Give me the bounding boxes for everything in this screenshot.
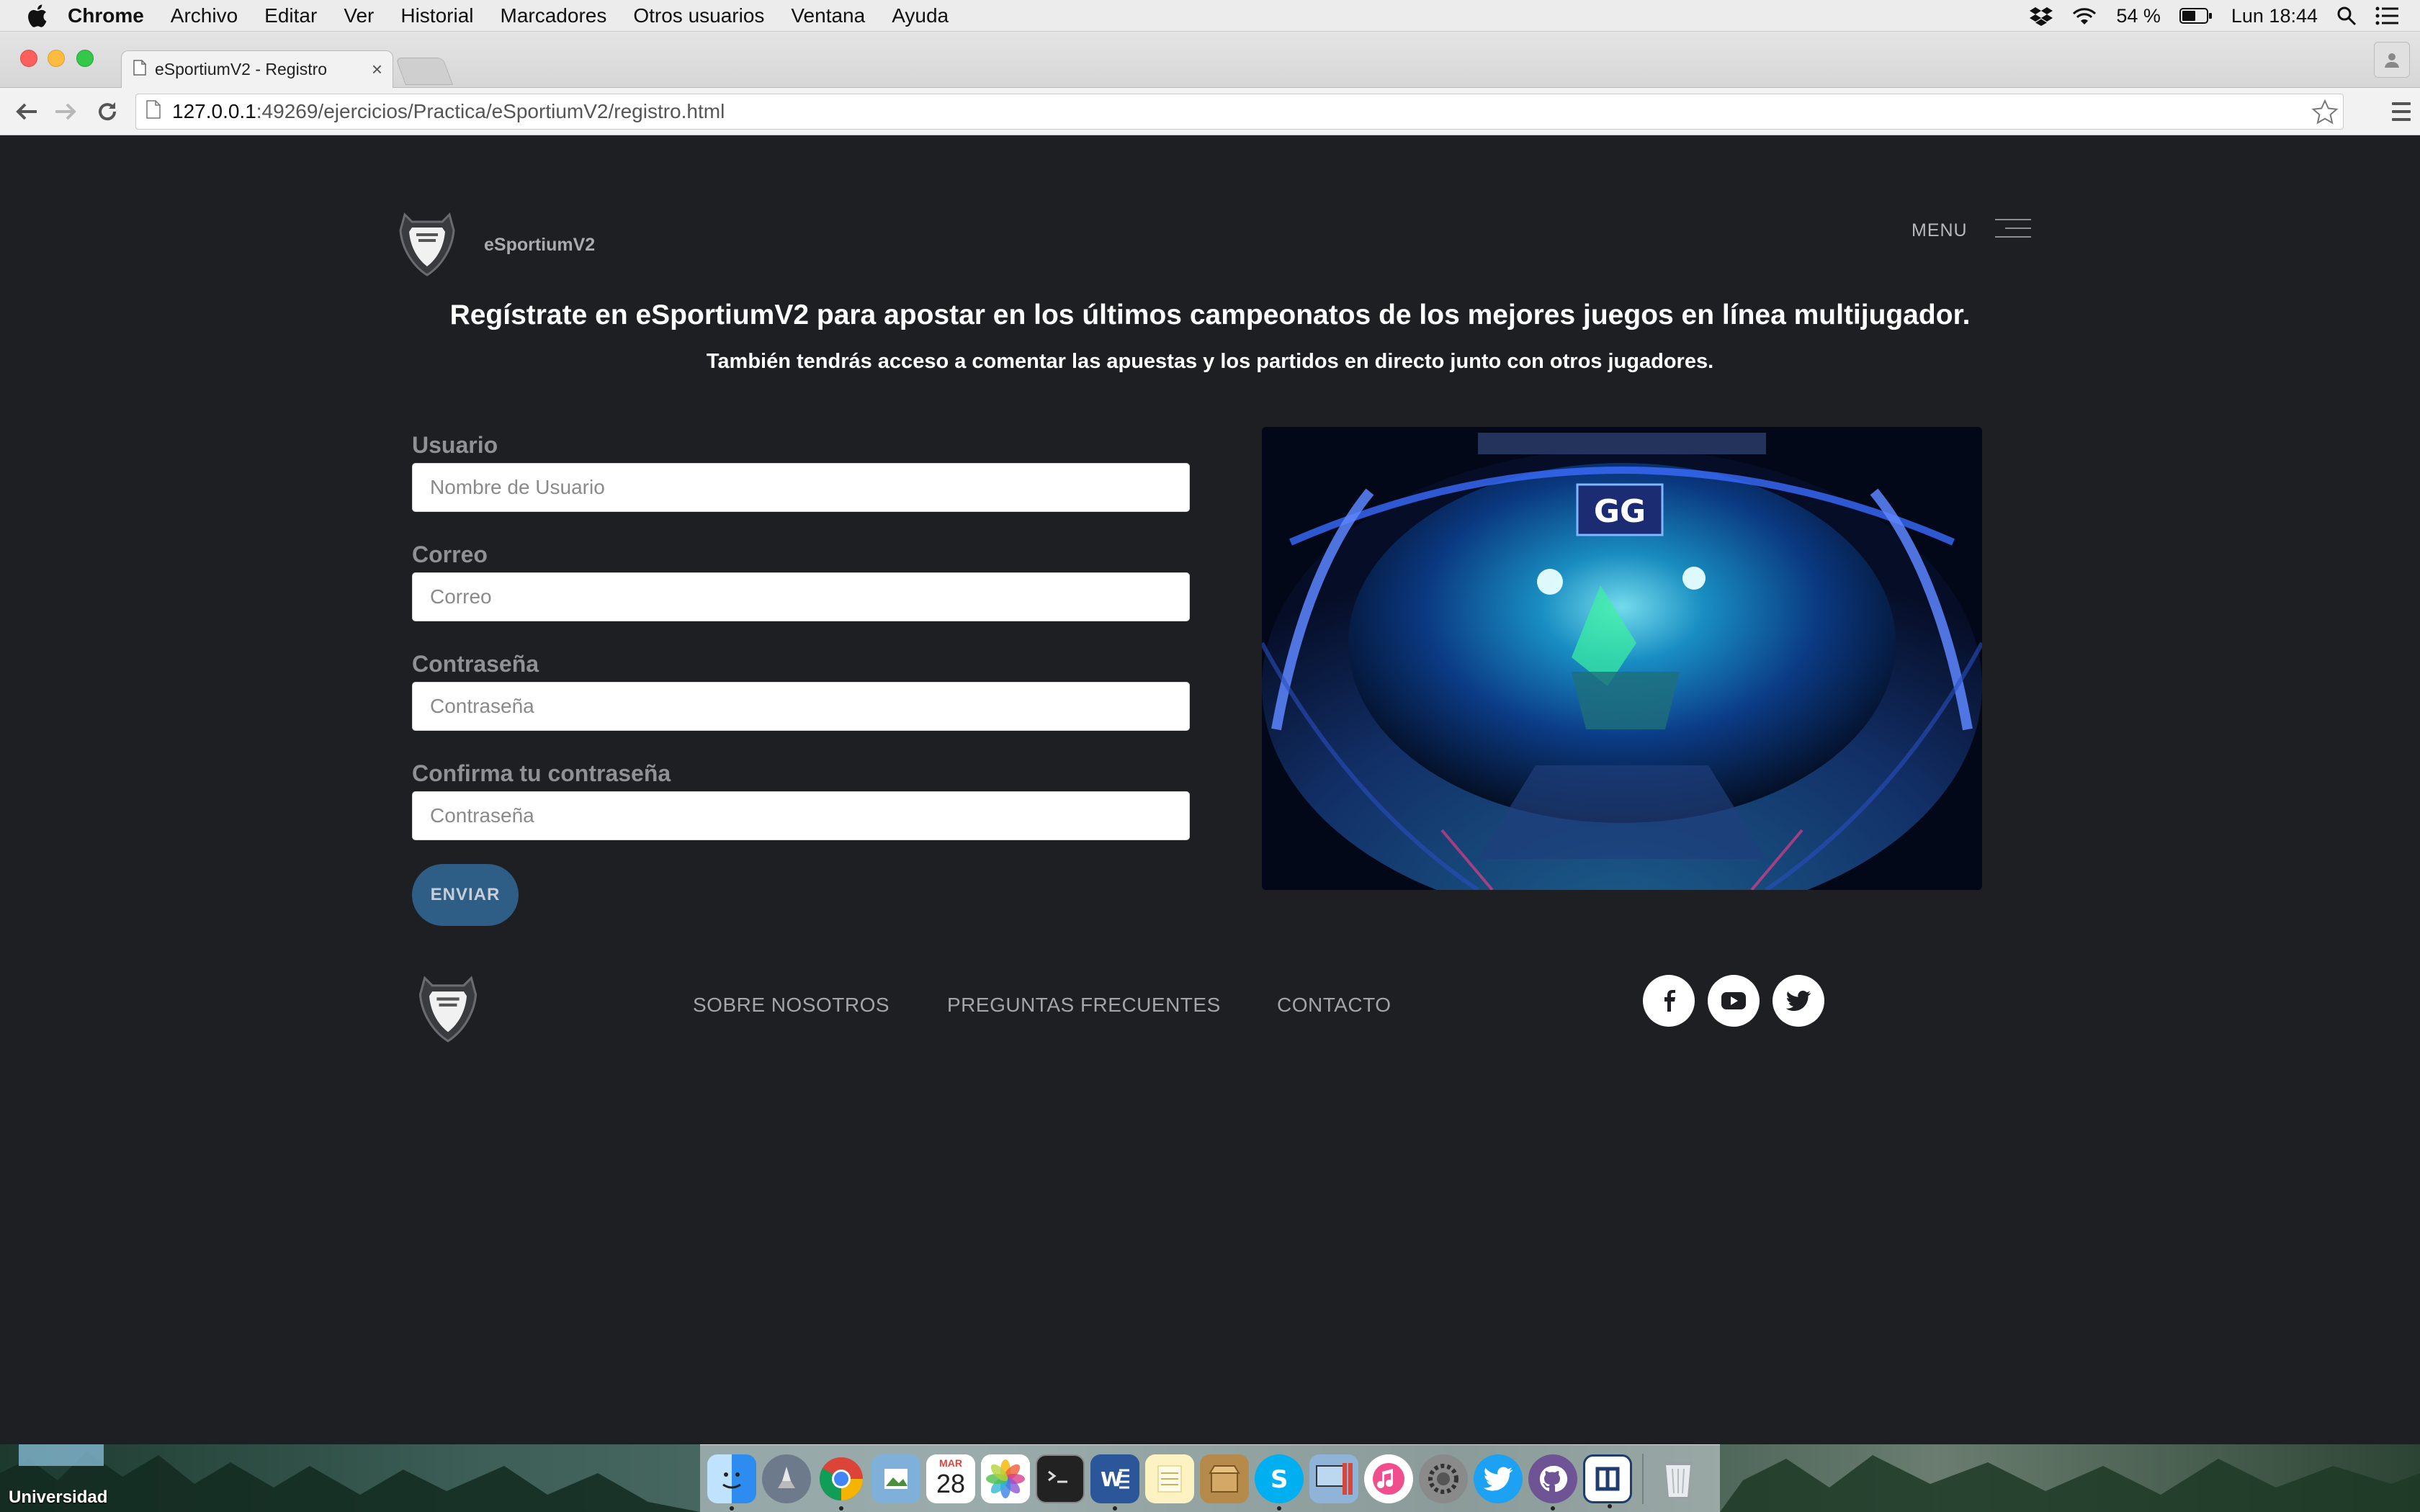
esports-arena-image: GG bbox=[1262, 427, 1982, 890]
desktop-folder-icon[interactable] bbox=[19, 1444, 104, 1466]
photos-icon[interactable] bbox=[981, 1454, 1030, 1503]
confirm-password-input[interactable] bbox=[412, 791, 1190, 840]
page-headline: Regístrate en eSportiumV2 para apostar e… bbox=[449, 300, 1971, 330]
chrome-icon[interactable] bbox=[817, 1454, 866, 1511]
archive-utility-icon[interactable] bbox=[1200, 1454, 1249, 1503]
notification-center-icon[interactable] bbox=[2375, 6, 2398, 25]
youtube-icon[interactable] bbox=[1708, 975, 1760, 1027]
forward-icon[interactable] bbox=[52, 98, 79, 125]
chrome-menu-icon[interactable] bbox=[2388, 99, 2414, 124]
password-label: Contraseña bbox=[412, 651, 539, 677]
clock[interactable]: Lun 18:44 bbox=[2231, 5, 2318, 27]
site-logo[interactable] bbox=[395, 209, 460, 282]
svg-text:S: S bbox=[1270, 1465, 1289, 1494]
menu-ver[interactable]: Ver bbox=[344, 4, 374, 27]
address-bar[interactable]: 127.0.0.1:49269/ejercicios/Practica/eSpo… bbox=[135, 94, 2344, 130]
confirm-password-label: Confirma tu contraseña bbox=[412, 760, 671, 786]
password-input[interactable] bbox=[412, 682, 1190, 731]
page-subheadline: También tendrás acceso a comentar las ap… bbox=[706, 350, 1714, 373]
itunes-icon[interactable] bbox=[1364, 1454, 1413, 1503]
email-field-group: Correo bbox=[412, 536, 1190, 621]
web-page: eSportiumV2 MENU Regístrate en eSportium… bbox=[0, 135, 2420, 1444]
terminal-icon[interactable] bbox=[1036, 1454, 1085, 1503]
menu-otros-usuarios[interactable]: Otros usuarios bbox=[633, 4, 764, 27]
reload-icon[interactable] bbox=[94, 98, 121, 125]
new-tab-button[interactable] bbox=[395, 58, 453, 85]
battery-percentage: 54 % bbox=[2116, 4, 2161, 27]
footer-logo[interactable] bbox=[413, 972, 483, 1048]
macos-menu-bar: Chrome Archivo Editar Ver Historial Marc… bbox=[0, 0, 2420, 32]
back-icon[interactable] bbox=[13, 98, 40, 125]
launchpad-icon[interactable] bbox=[762, 1454, 811, 1503]
trash-icon[interactable] bbox=[1654, 1454, 1703, 1503]
menu-ayuda[interactable]: Ayuda bbox=[892, 4, 949, 27]
arena-screen-logo: GG bbox=[1594, 493, 1646, 530]
browser-window: eSportiumV2 - Registro × 127.0.0.1:49269… bbox=[0, 32, 2420, 1444]
twitter-icon[interactable] bbox=[1773, 975, 1824, 1027]
apple-icon[interactable] bbox=[22, 0, 53, 32]
notes-icon[interactable] bbox=[1145, 1454, 1194, 1503]
menu-historial[interactable]: Historial bbox=[400, 4, 473, 27]
url-path: :49269/ejercicios/Practica/eSportiumV2/r… bbox=[256, 100, 725, 122]
url-host: 127.0.0.1 bbox=[172, 100, 256, 122]
username-input[interactable] bbox=[412, 463, 1190, 512]
menu-app-name[interactable]: Chrome bbox=[68, 4, 144, 27]
password-field-group: Contraseña bbox=[412, 646, 1190, 731]
menu-label[interactable]: MENU bbox=[1912, 220, 1968, 241]
tab-registro[interactable]: eSportiumV2 - Registro × bbox=[121, 50, 393, 88]
footer-link-sobre-nosotros[interactable]: SOBRE NOSOTROS bbox=[693, 994, 889, 1017]
twitter-app-icon[interactable] bbox=[1474, 1454, 1523, 1503]
page-icon bbox=[133, 59, 146, 80]
tab-title: eSportiumV2 - Registro bbox=[155, 60, 328, 78]
calendar-icon[interactable]: MAR 28 bbox=[926, 1454, 975, 1503]
menu-marcadores[interactable]: Marcadores bbox=[501, 4, 607, 27]
desktop-folder-label[interactable]: Universidad bbox=[9, 1488, 107, 1508]
close-window-button[interactable] bbox=[20, 50, 37, 67]
facebook-icon[interactable] bbox=[1643, 975, 1695, 1027]
dropbox-icon[interactable] bbox=[2030, 6, 2053, 26]
calendar-month: MAR bbox=[939, 1457, 962, 1469]
footer-link-contacto[interactable]: CONTACTO bbox=[1277, 994, 1392, 1017]
tab-strip: eSportiumV2 - Registro × bbox=[0, 32, 2420, 88]
hamburger-menu-icon[interactable] bbox=[1995, 217, 2031, 239]
word-icon[interactable]: W bbox=[1090, 1454, 1139, 1511]
email-label: Correo bbox=[412, 541, 488, 567]
github-desktop-icon[interactable] bbox=[1528, 1454, 1577, 1511]
calendar-day: 28 bbox=[936, 1468, 966, 1498]
browser-toolbar: 127.0.0.1:49269/ejercicios/Practica/eSpo… bbox=[0, 88, 2420, 135]
remote-desktop-icon[interactable] bbox=[1309, 1454, 1358, 1503]
spotlight-icon[interactable] bbox=[2336, 6, 2357, 26]
dock-separator bbox=[1642, 1453, 1644, 1504]
preview-icon[interactable] bbox=[871, 1454, 920, 1503]
menu-archivo[interactable]: Archivo bbox=[171, 4, 238, 27]
wifi-icon[interactable] bbox=[2071, 6, 2097, 26]
brand-name[interactable]: eSportiumV2 bbox=[484, 235, 595, 256]
footer-link-preguntas-frecuentes[interactable]: PREGUNTAS FRECUENTES bbox=[947, 994, 1221, 1017]
username-field-group: Usuario bbox=[412, 427, 1190, 512]
bookmark-star-icon[interactable] bbox=[2311, 99, 2339, 131]
dock: MAR 28 W S bbox=[700, 1444, 1720, 1512]
tab-close-icon[interactable]: × bbox=[372, 60, 382, 78]
sourcetree-icon[interactable] bbox=[1583, 1454, 1632, 1508]
confirm-password-field-group: Confirma tu contraseña bbox=[412, 755, 1190, 840]
username-label: Usuario bbox=[412, 432, 498, 458]
submit-button[interactable]: ENVIAR bbox=[412, 864, 519, 926]
menu-ventana[interactable]: Ventana bbox=[791, 4, 865, 27]
system-preferences-icon[interactable] bbox=[1419, 1454, 1468, 1503]
email-input[interactable] bbox=[412, 572, 1190, 621]
minimize-window-button[interactable] bbox=[48, 50, 65, 67]
finder-icon[interactable] bbox=[707, 1454, 756, 1511]
profile-icon[interactable] bbox=[2374, 42, 2410, 78]
skype-icon[interactable]: S bbox=[1255, 1454, 1304, 1511]
menu-editar[interactable]: Editar bbox=[264, 4, 317, 27]
registration-form: Usuario Correo Contraseña Confirma tu co… bbox=[412, 427, 1190, 865]
battery-icon[interactable] bbox=[2179, 7, 2213, 24]
zoom-window-button[interactable] bbox=[76, 50, 94, 67]
page-icon bbox=[146, 99, 161, 124]
